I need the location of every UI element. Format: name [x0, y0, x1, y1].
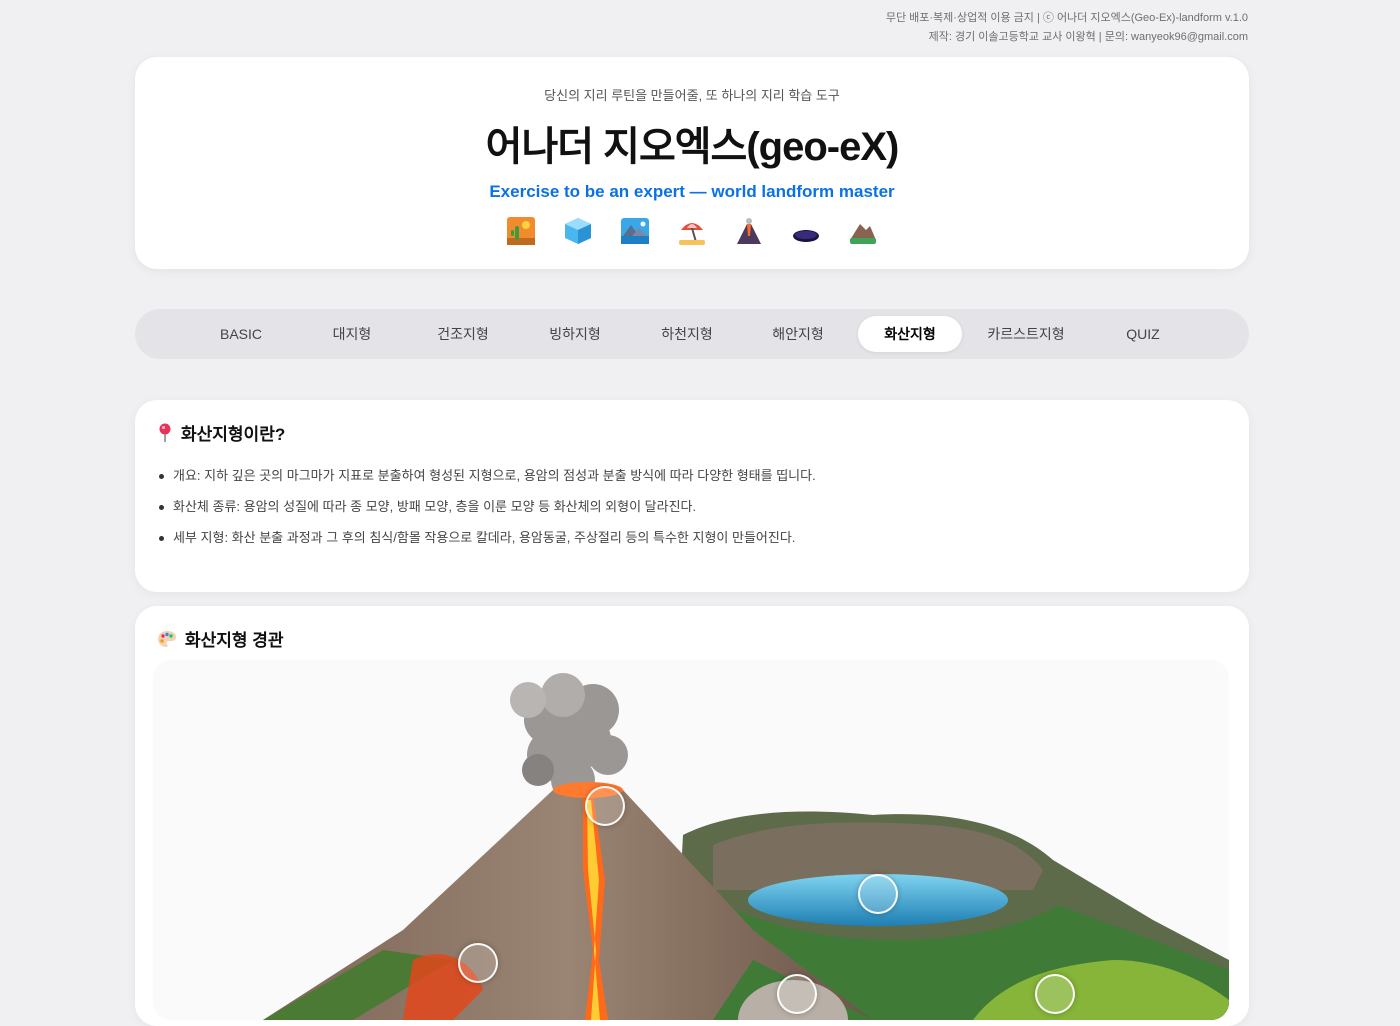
list-item: 개요: 지하 깊은 곳의 마그마가 지표로 분출하여 형성된 지형으로, 용암의… [159, 460, 816, 491]
theme-icon-row [135, 216, 1249, 246]
intro-card: 화산지형이란? 개요: 지하 깊은 곳의 마그마가 지표로 분출하여 형성된 지… [135, 400, 1249, 592]
tab-plate-landform[interactable]: 대지형 [296, 316, 408, 352]
tab-fluvial-landform[interactable]: 하천지형 [631, 316, 743, 352]
category-tab-bar: BASIC 대지형 건조지형 빙하지형 하천지형 해안지형 화산지형 카르스트지… [135, 309, 1249, 359]
tab-glacial-landform[interactable]: 빙하지형 [519, 316, 631, 352]
list-item: 세부 지형: 화산 분출 과정과 그 후의 침식/함몰 작용으로 칼데라, 용암… [159, 522, 816, 553]
intro-header: 화산지형이란? [157, 420, 285, 445]
pin-icon [159, 423, 171, 442]
tab-basic[interactable]: BASIC [185, 316, 297, 352]
hole-icon [793, 230, 819, 242]
copyright-line-1: 무단 배포·복제·상업적 이용 금지 | ⓒ 어나더 지오엑스(Geo-Ex)-… [885, 12, 1248, 24]
copyright-line-2: 제작: 경기 이솔고등학교 교사 이왕혁 | 문의: wanyeok96@gma… [928, 31, 1248, 43]
hero-tagline: 당신의 지리 루틴을 만들어줄, 또 하나의 지리 학습 도구 [544, 88, 840, 103]
intro-bullet-list: 개요: 지하 깊은 곳의 마그마가 지표로 분출하여 형성된 지형으로, 용암의… [159, 460, 816, 553]
tab-karst-landform[interactable]: 카르스트지형 [968, 316, 1084, 352]
smoke-plume [510, 673, 628, 802]
landscape-card: 화산지형 경관 [135, 606, 1249, 1026]
hotspot-caldera-lake[interactable] [858, 874, 898, 914]
landscape-icon [621, 218, 649, 244]
beach-umbrella-icon [679, 223, 705, 245]
hero-subtitle: Exercise to be an expert — world landfor… [489, 182, 895, 201]
hotspot-lava-tube[interactable] [777, 974, 817, 1014]
ice-cube-icon [565, 218, 591, 244]
mountain-icon [850, 224, 876, 244]
volcano-icon [737, 218, 761, 244]
tab-quiz[interactable]: QUIZ [1087, 316, 1199, 352]
palette-icon [158, 630, 176, 647]
tab-coastal-landform[interactable]: 해안지형 [742, 316, 854, 352]
hotspot-lava-flow[interactable] [458, 943, 498, 983]
hotspot-volcano-crater[interactable] [585, 786, 625, 826]
hotspot-parasitic-cone[interactable] [1035, 974, 1075, 1014]
landscape-heading: 화산지형 경관 [185, 631, 284, 650]
tab-arid-landform[interactable]: 건조지형 [407, 316, 519, 352]
list-item: 화산체 종류: 용암의 성질에 따라 종 모양, 방패 모양, 층을 이룬 모양… [159, 491, 816, 522]
tab-volcanic-landform[interactable]: 화산지형 [858, 316, 962, 352]
hero-card: 당신의 지리 루틴을 만들어줄, 또 하나의 지리 학습 도구 어나더 지오엑스… [135, 57, 1249, 269]
page-title: 어나더 지오엑스(geo-eX) [485, 125, 900, 169]
desert-icon [507, 217, 535, 245]
copyright-notice: 무단 배포·복제·상업적 이용 금지 | ⓒ 어나더 지오엑스(Geo-Ex)-… [886, 9, 1248, 47]
landscape-header: 화산지형 경관 [157, 626, 284, 651]
volcano-scene-image [263, 673, 1229, 1020]
volcanic-landscape-illustration [153, 660, 1229, 1020]
intro-heading: 화산지형이란? [181, 425, 286, 444]
